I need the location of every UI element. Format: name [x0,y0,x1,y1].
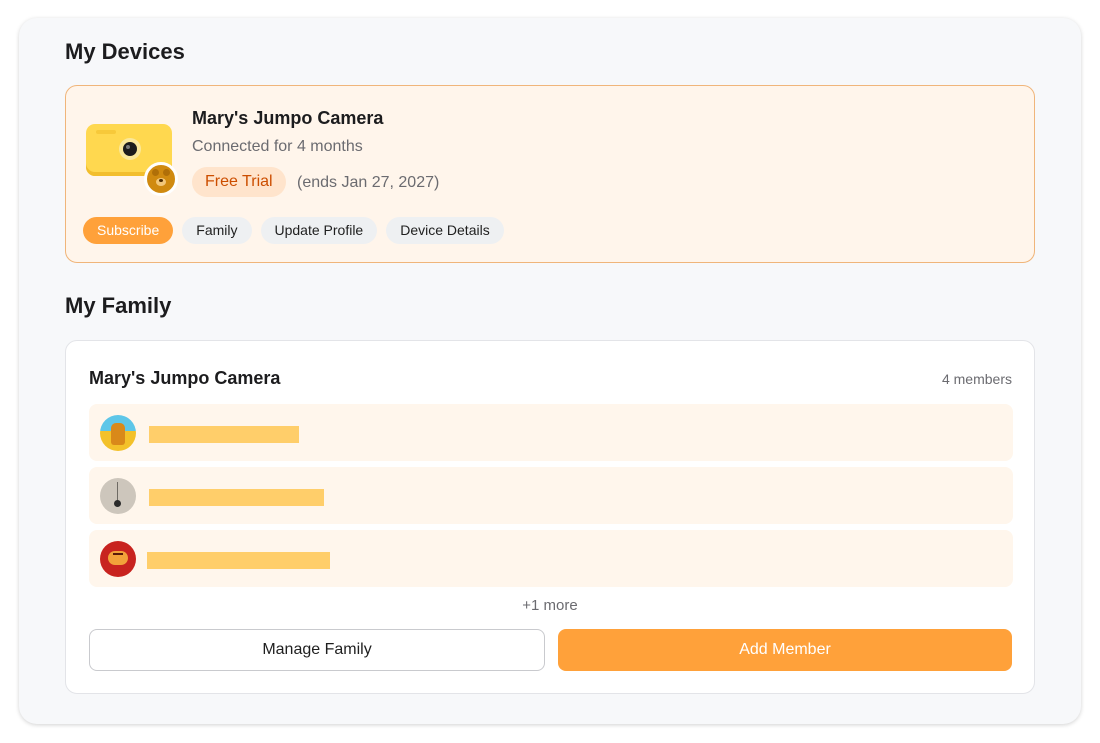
update-profile-button[interactable]: Update Profile [260,217,378,244]
main-panel: My Devices Mary's Jumpo Camera Connected… [19,18,1081,724]
redacted-member-name [147,552,330,569]
family-section-title: My Family [65,293,172,318]
add-member-button[interactable]: Add Member [558,629,1012,671]
tiger-avatar-icon [100,541,136,577]
hand-avatar-icon [100,415,136,451]
family-card: Mary's Jumpo Camera 4 members +1 more Ma… [65,340,1035,694]
bear-avatar-icon [144,162,178,196]
devices-section-title: My Devices [65,39,185,64]
family-button[interactable]: Family [182,217,252,244]
device-actions: Subscribe Family Update Profile Device D… [83,217,504,244]
device-card[interactable]: Mary's Jumpo Camera Connected for 4 mont… [65,85,1035,263]
more-members-link[interactable]: +1 more [66,597,1034,614]
trial-end-date: (ends Jan 27, 2027) [297,174,440,191]
device-details-button[interactable]: Device Details [386,217,504,244]
redacted-member-name [149,489,324,506]
subscribe-button[interactable]: Subscribe [83,217,174,244]
member-count: 4 members [941,371,1012,387]
manage-family-button[interactable]: Manage Family [89,629,545,671]
trial-badge: Free Trial [192,167,286,197]
device-name: Mary's Jumpo Camera [192,108,384,128]
redacted-member-name [149,426,299,443]
member-row[interactable] [89,530,1013,587]
member-row[interactable] [89,467,1013,524]
family-group-name: Mary's Jumpo Camera [89,368,281,388]
pendulum-avatar-icon [100,478,136,514]
connection-status: Connected for 4 months [192,138,363,155]
member-row[interactable] [89,404,1013,461]
